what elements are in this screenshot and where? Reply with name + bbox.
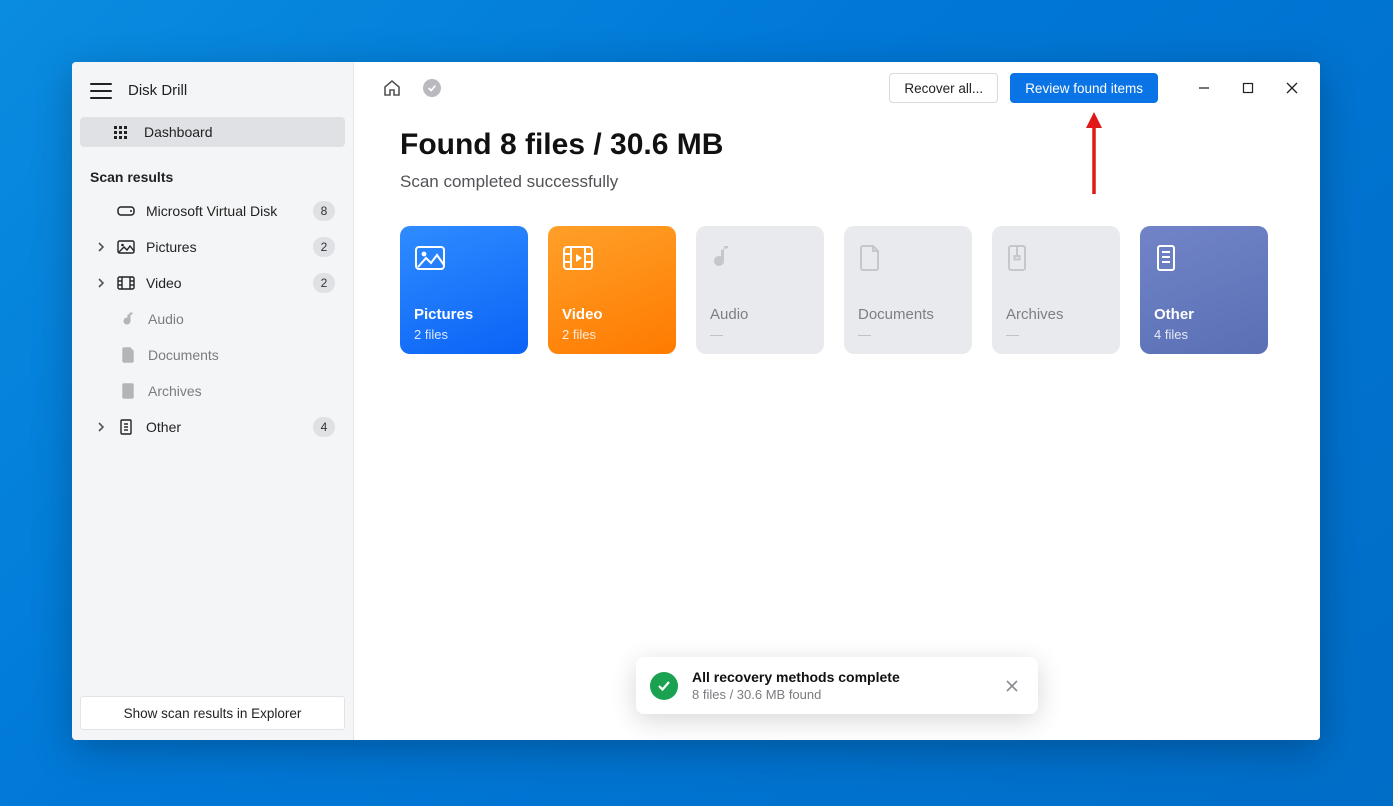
sidebar-item-label: Pictures [146,239,303,255]
archives-icon [1006,240,1106,276]
card-archives: Archives — [992,226,1120,354]
sidebar-item-documents[interactable]: Documents [72,337,353,373]
toast-title: All recovery methods complete [692,669,986,685]
sidebar-section-title: Scan results [72,155,353,193]
pictures-icon [414,240,514,276]
recover-all-button[interactable]: Recover all... [889,73,998,103]
sidebar-item-label: Archives [148,383,335,399]
window-minimize-button[interactable] [1182,66,1226,110]
category-cards: Pictures 2 files Video 2 files Audio — [400,226,1274,354]
sidebar-item-disk[interactable]: Microsoft Virtual Disk 8 [72,193,353,229]
sidebar-item-dashboard[interactable]: Dashboard [80,117,345,147]
review-found-items-button[interactable]: Review found items [1010,73,1158,103]
card-title: Other [1154,306,1254,323]
card-title: Audio [710,306,810,323]
sidebar-item-other[interactable]: Other 4 [72,409,353,445]
success-check-icon [650,672,678,700]
topbar: Recover all... Review found items [354,62,1320,114]
main-pane: Recover all... Review found items Found … [354,62,1320,740]
card-sub: 2 files [562,327,662,342]
dashboard-icon [114,126,127,139]
toast-close-button[interactable] [1000,674,1024,698]
card-video[interactable]: Video 2 files [548,226,676,354]
sidebar: Disk Drill Dashboard Scan results Micros… [72,62,354,740]
toast-subtitle: 8 files / 30.6 MB found [692,687,986,702]
app-window: Disk Drill Dashboard Scan results Micros… [72,62,1320,740]
card-sub: — [710,327,810,342]
card-title: Video [562,306,662,323]
other-icon [1154,240,1254,276]
sidebar-item-video[interactable]: Video 2 [72,265,353,301]
card-documents: Documents — [844,226,972,354]
archives-icon [118,383,138,399]
count-badge: 4 [313,417,335,437]
chevron-right-icon [96,422,106,432]
window-maximize-button[interactable] [1226,66,1270,110]
pictures-icon [116,240,136,254]
sidebar-item-label: Video [146,275,303,291]
sidebar-item-label: Dashboard [144,124,213,140]
count-badge: 2 [313,273,335,293]
sidebar-item-archives[interactable]: Archives [72,373,353,409]
scan-complete-icon [418,74,446,102]
card-sub: — [1006,327,1106,342]
sidebar-item-label: Documents [148,347,335,363]
audio-icon [710,240,810,276]
chevron-right-icon [96,242,106,252]
content: Found 8 files / 30.6 MB Scan completed s… [400,128,1274,354]
sidebar-item-label: Other [146,419,303,435]
chevron-right-icon [96,278,106,288]
card-audio: Audio — [696,226,824,354]
show-in-explorer-button[interactable]: Show scan results in Explorer [80,696,345,730]
card-sub: 2 files [414,327,514,342]
card-sub: — [858,327,958,342]
page-subtitle: Scan completed successfully [400,172,1274,192]
window-controls [1182,66,1314,110]
documents-icon [118,347,138,363]
count-badge: 2 [313,237,335,257]
sidebar-item-label: Microsoft Virtual Disk [146,203,303,219]
sidebar-header: Disk Drill [72,62,353,113]
video-icon [116,276,136,290]
card-title: Pictures [414,306,514,323]
sidebar-item-pictures[interactable]: Pictures 2 [72,229,353,265]
page-title: Found 8 files / 30.6 MB [400,128,1274,162]
disk-icon [116,204,136,218]
documents-icon [858,240,958,276]
app-title: Disk Drill [128,82,187,99]
card-pictures[interactable]: Pictures 2 files [400,226,528,354]
count-badge: 8 [313,201,335,221]
sidebar-item-label: Audio [148,311,335,327]
audio-icon [118,311,138,327]
card-other[interactable]: Other 4 files [1140,226,1268,354]
sidebar-item-audio[interactable]: Audio [72,301,353,337]
video-icon [562,240,662,276]
card-title: Archives [1006,306,1106,323]
other-icon [116,419,136,435]
card-title: Documents [858,306,958,323]
card-sub: 4 files [1154,327,1254,342]
home-icon[interactable] [378,74,406,102]
window-close-button[interactable] [1270,66,1314,110]
menu-icon[interactable] [90,83,112,99]
sidebar-footer: Show scan results in Explorer [72,688,353,740]
completion-toast: All recovery methods complete 8 files / … [636,657,1038,714]
